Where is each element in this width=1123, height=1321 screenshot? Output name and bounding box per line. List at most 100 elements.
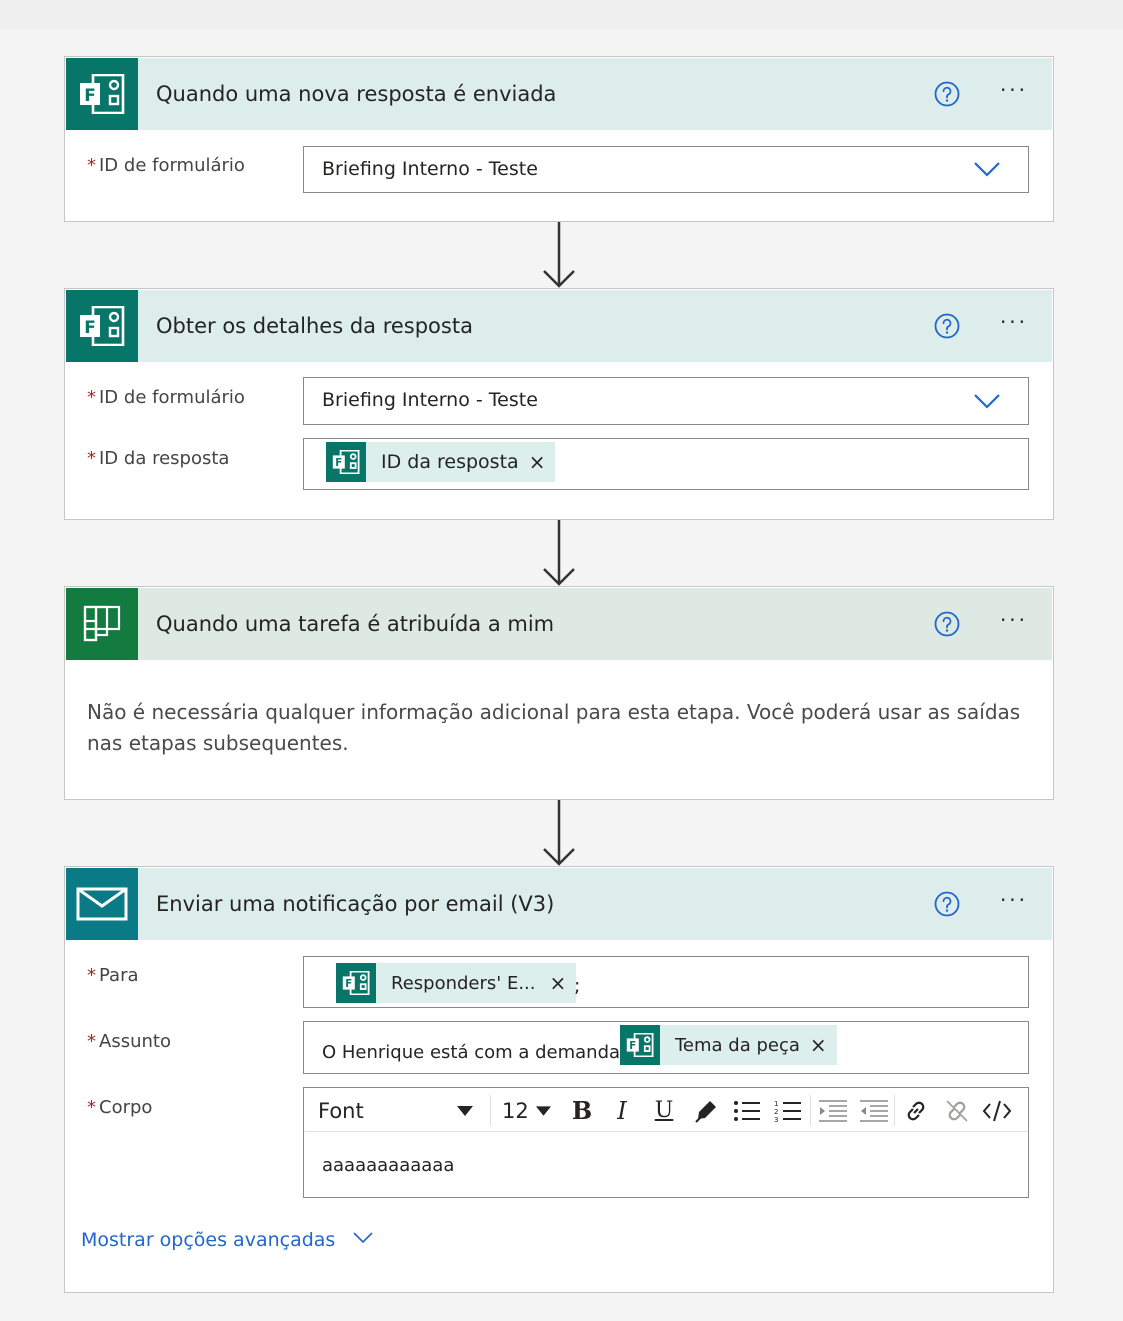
- increase-indent-icon[interactable]: [854, 1089, 894, 1132]
- body-text[interactable]: aaaaaaaaaaaa: [322, 1155, 454, 1176]
- link-icon[interactable]: [896, 1089, 936, 1132]
- required-marker: *: [87, 965, 96, 986]
- planner-icon: [66, 588, 138, 660]
- form-id-label-text: ID de formulário: [99, 387, 245, 408]
- to-label: * Para: [87, 965, 139, 986]
- to-separator: ;: [574, 975, 581, 997]
- response-id-field[interactable]: F ID da resposta ×: [303, 438, 1029, 490]
- caret-down-icon: [536, 1106, 551, 1116]
- microsoft-forms-icon: F: [66, 58, 138, 130]
- subject-text: O Henrique está com a demanda: [322, 1042, 621, 1063]
- required-marker: *: [87, 448, 96, 469]
- form-id-label: * ID de formulário: [87, 155, 245, 176]
- toolbar-separator: [490, 1095, 491, 1126]
- mail-icon: [66, 868, 138, 940]
- bold-icon[interactable]: B: [563, 1089, 601, 1132]
- action-card-get-response-details: F Obter os detalhes da resposta ··· * ID …: [64, 288, 1054, 520]
- card-header[interactable]: F Quando uma nova resposta é enviada ···: [66, 58, 1052, 130]
- flow-arrow-down-icon: [539, 520, 579, 586]
- more-options-button[interactable]: ···: [996, 610, 1032, 638]
- card-header[interactable]: F Obter os detalhes da resposta ···: [66, 290, 1052, 362]
- svg-text:F: F: [629, 1041, 636, 1052]
- underline-icon[interactable]: U: [645, 1089, 683, 1132]
- response-id-label: * ID da resposta: [87, 448, 229, 469]
- remove-token-icon[interactable]: ×: [535, 971, 576, 995]
- flow-arrow-down-icon: [539, 800, 579, 866]
- body-rich-editor[interactable]: Font 12 B I U 123 aaaaaaaaaaaa: [303, 1087, 1029, 1198]
- help-icon[interactable]: [934, 313, 960, 339]
- form-id-label-text: ID de formulário: [99, 155, 245, 176]
- body-label: * Corpo: [87, 1097, 152, 1118]
- form-id-label: * ID de formulário: [87, 387, 245, 408]
- trigger-card-new-response: F Quando uma nova resposta é enviada ···…: [64, 56, 1054, 222]
- microsoft-forms-icon: F: [336, 963, 376, 1003]
- show-advanced-options-link[interactable]: Mostrar opções avançadas: [81, 1229, 373, 1251]
- form-id-dropdown[interactable]: Briefing Interno - Teste: [303, 146, 1029, 193]
- bulleted-list-icon[interactable]: [728, 1089, 766, 1132]
- subject-field[interactable]: O Henrique está com a demanda F Tema da …: [303, 1021, 1029, 1074]
- toolbar-separator: [810, 1095, 811, 1126]
- chevron-down-icon[interactable]: [974, 161, 1000, 181]
- help-icon[interactable]: [934, 81, 960, 107]
- dynamic-content-token: F Responders' E... ×: [336, 963, 577, 1003]
- more-options-button[interactable]: ···: [996, 312, 1032, 340]
- form-id-value: Briefing Interno - Teste: [322, 158, 538, 180]
- token-label: Responders' E...: [391, 972, 536, 994]
- card-header[interactable]: Enviar uma notificação por email (V3) ··…: [66, 868, 1052, 940]
- remove-token-icon[interactable]: ×: [519, 450, 556, 474]
- flow-arrow-down-icon: [539, 222, 579, 288]
- to-label-text: Para: [99, 965, 139, 986]
- unlink-icon[interactable]: [937, 1089, 977, 1132]
- help-icon[interactable]: [934, 891, 960, 917]
- size-select[interactable]: 12: [495, 1089, 557, 1132]
- toolbar-separator: [894, 1095, 895, 1126]
- top-strip: [0, 0, 1123, 30]
- svg-text:F: F: [345, 979, 352, 990]
- dynamic-content-token: F Tema da peça ×: [620, 1025, 837, 1065]
- svg-text:F: F: [84, 318, 96, 338]
- highlight-pen-icon[interactable]: [687, 1089, 725, 1132]
- code-view-icon[interactable]: [977, 1089, 1017, 1132]
- to-field[interactable]: F Responders' E... × ;: [303, 956, 1029, 1008]
- form-id-dropdown[interactable]: Briefing Interno - Teste: [303, 377, 1029, 425]
- italic-icon[interactable]: I: [603, 1089, 641, 1132]
- svg-text:F: F: [335, 458, 342, 469]
- more-options-button[interactable]: ···: [996, 80, 1032, 108]
- token-label: ID da resposta: [381, 451, 519, 473]
- subject-label-text: Assunto: [99, 1031, 171, 1052]
- card-title: Obter os detalhes da resposta: [156, 314, 473, 338]
- response-id-label-text: ID da resposta: [99, 448, 230, 469]
- step-description: Não é necessária qualquer informação adi…: [87, 700, 1021, 755]
- card-title: Quando uma tarefa é atribuída a mim: [156, 612, 555, 636]
- card-header[interactable]: Quando uma tarefa é atribuída a mim ···: [66, 588, 1052, 660]
- dynamic-content-token: F ID da resposta ×: [326, 442, 556, 482]
- microsoft-forms-icon: F: [326, 442, 366, 482]
- font-select[interactable]: Font: [307, 1089, 487, 1132]
- microsoft-forms-icon: F: [66, 290, 138, 362]
- svg-text:1: 1: [774, 1100, 778, 1108]
- help-icon[interactable]: [934, 611, 960, 637]
- decrease-indent-icon[interactable]: [813, 1089, 853, 1132]
- show-advanced-options-label: Mostrar opções avançadas: [81, 1229, 336, 1251]
- svg-text:3: 3: [774, 1116, 778, 1123]
- required-marker: *: [87, 387, 96, 408]
- subject-label: * Assunto: [87, 1031, 171, 1052]
- svg-text:2: 2: [774, 1108, 778, 1116]
- trigger-card-task-assigned: Quando uma tarefa é atribuída a mim ··· …: [64, 586, 1054, 800]
- font-select-value: Font: [318, 1098, 364, 1123]
- required-marker: *: [87, 1097, 96, 1118]
- more-options-button[interactable]: ···: [996, 890, 1032, 918]
- numbered-list-icon[interactable]: 123: [769, 1089, 807, 1132]
- body-label-text: Corpo: [99, 1097, 153, 1118]
- svg-text:F: F: [84, 86, 96, 106]
- chevron-down-icon: [353, 1232, 373, 1244]
- editor-toolbar: Font 12 B I U 123: [305, 1089, 1027, 1132]
- remove-token-icon[interactable]: ×: [800, 1033, 837, 1057]
- microsoft-forms-icon: F: [620, 1025, 660, 1065]
- required-marker: *: [87, 1031, 96, 1052]
- card-title: Quando uma nova resposta é enviada: [156, 82, 557, 106]
- chevron-down-icon[interactable]: [974, 393, 1000, 413]
- token-label: Tema da peça: [675, 1034, 800, 1056]
- card-title: Enviar uma notificação por email (V3): [156, 892, 555, 916]
- required-marker: *: [87, 155, 96, 176]
